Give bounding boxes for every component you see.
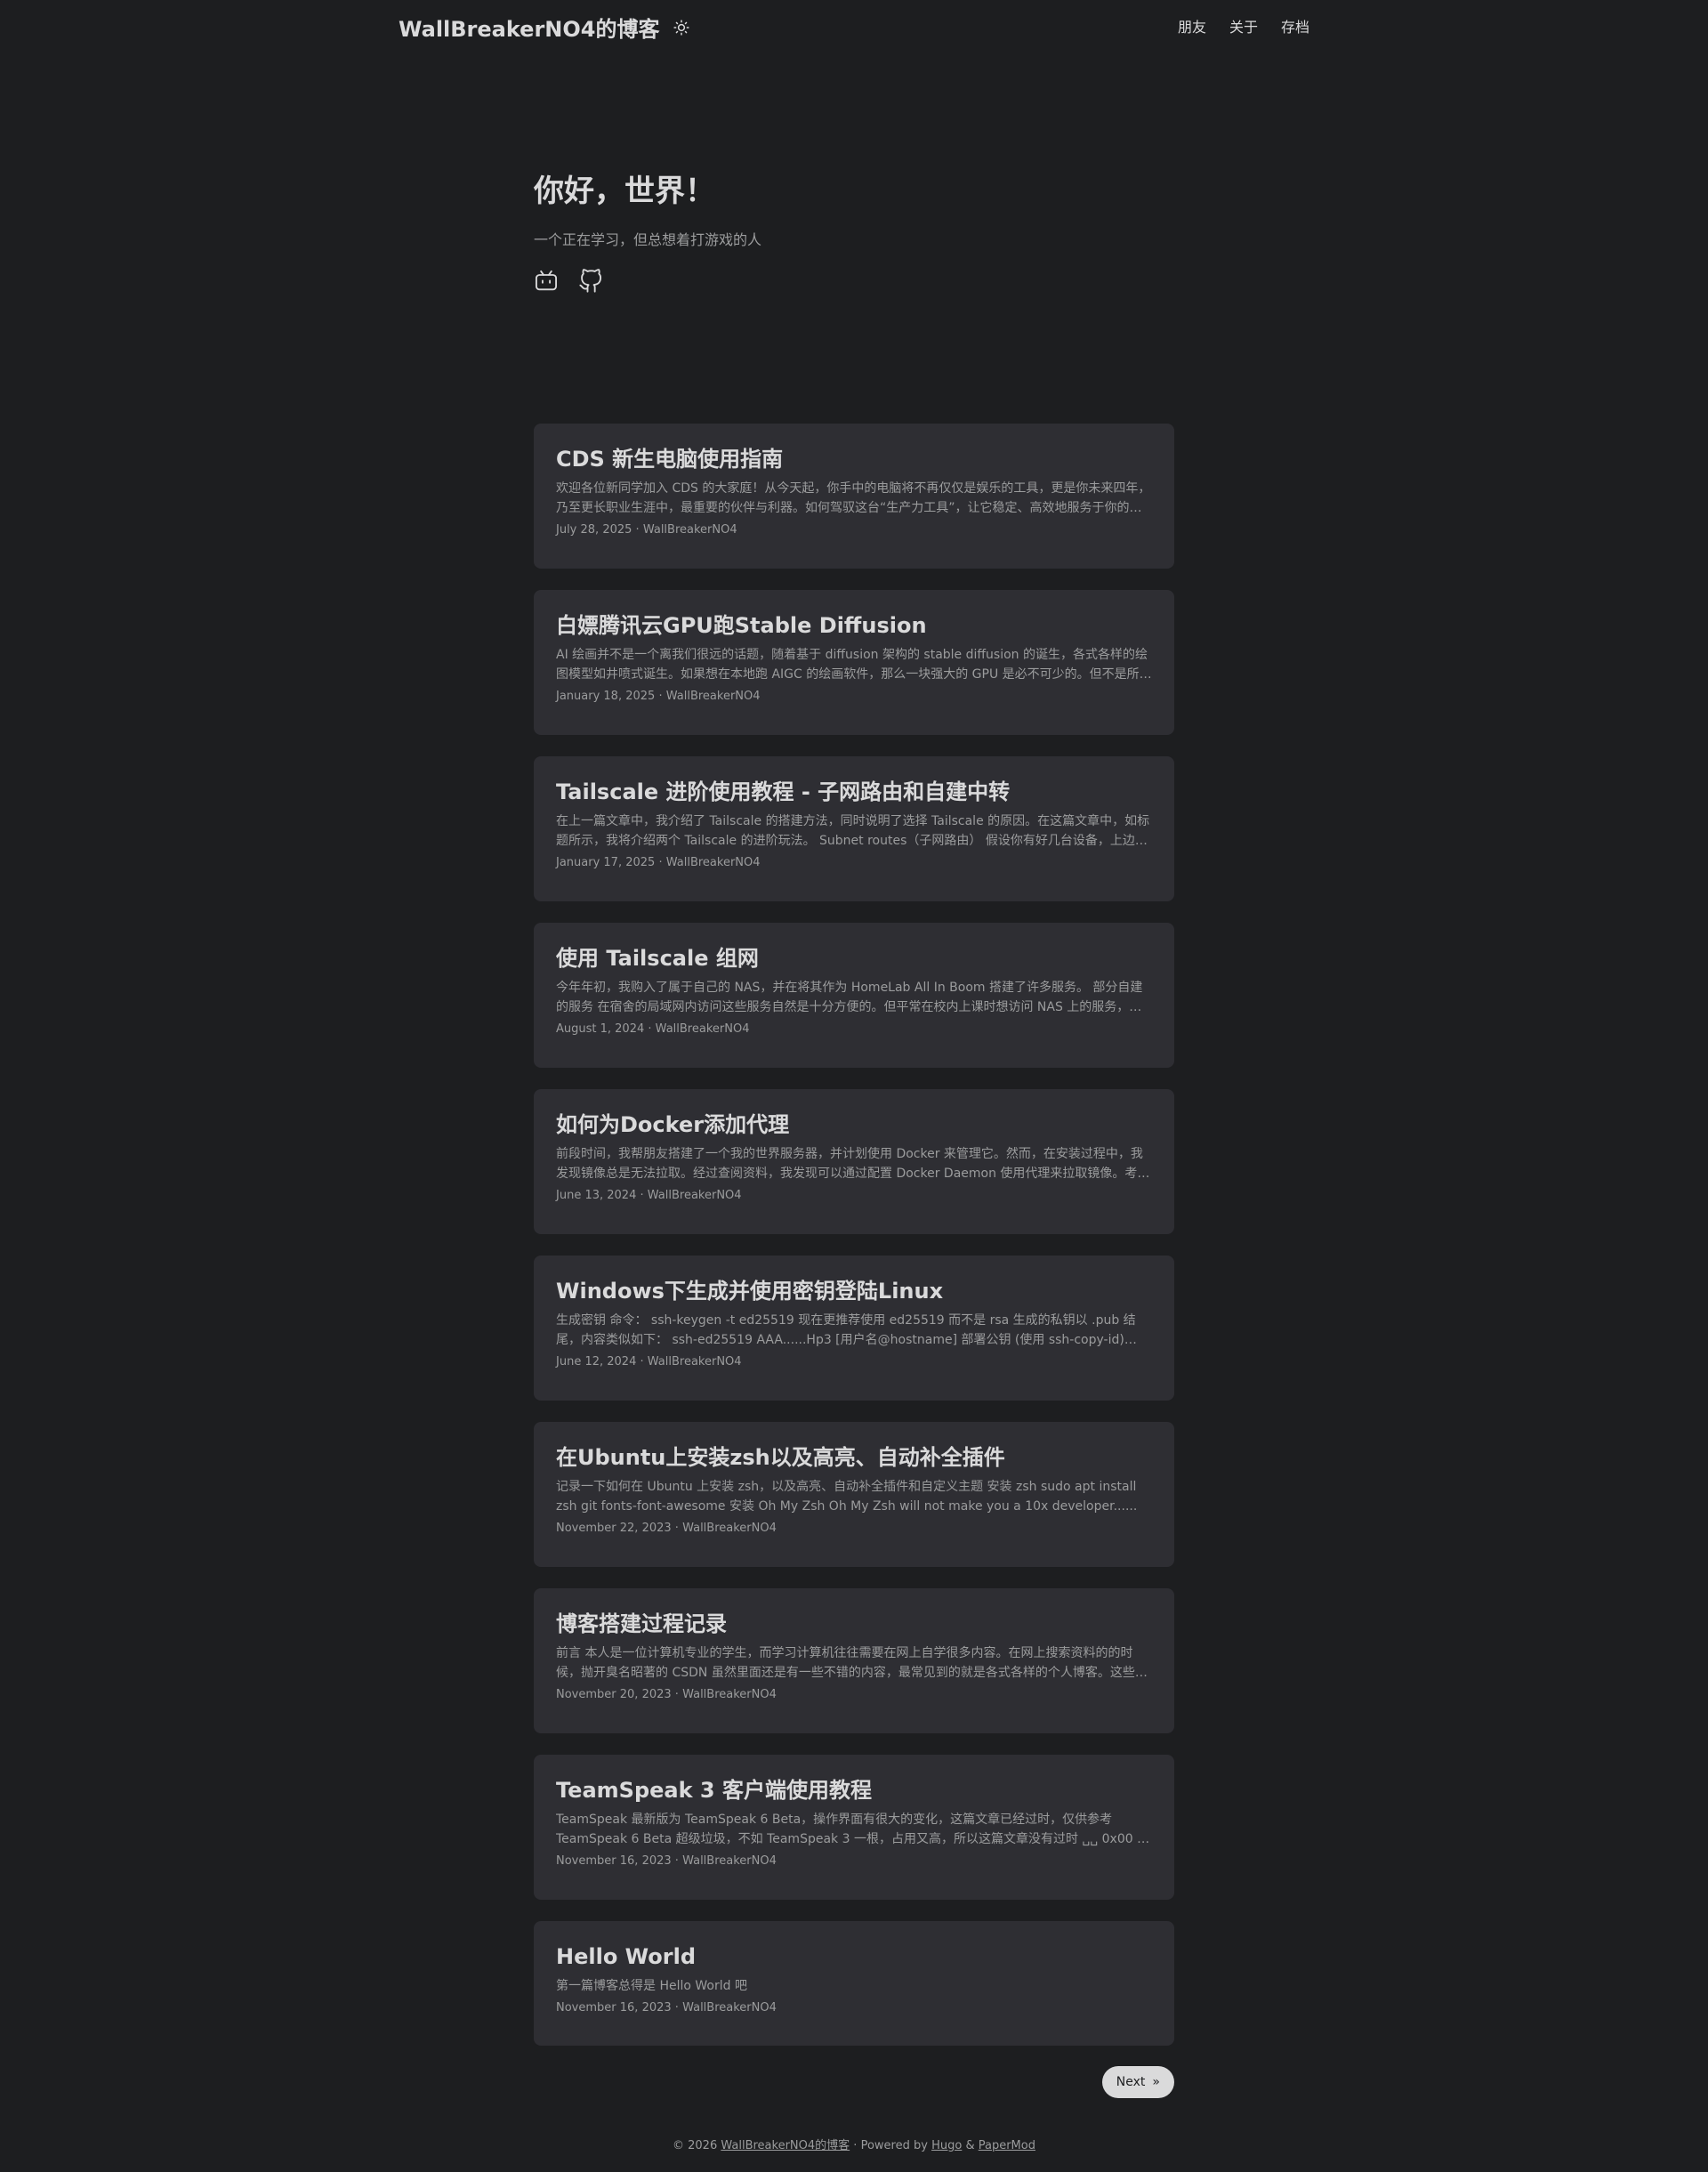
post-meta: November 16, 2023 · WallBreakerNO4 xyxy=(556,1854,1152,1868)
footer-site-link[interactable]: WallBreakerNO4的博客 xyxy=(721,2139,850,2152)
post-excerpt: 前言 本人是一位计算机专业的学生，而学习计算机往往需要在网上自学很多内容。在网上… xyxy=(556,1646,1148,1680)
post-card[interactable]: 使用 Tailscale 组网 今年年初，我购入了属于自己的 NAS，并在将其作… xyxy=(534,923,1174,1068)
post-excerpt: 在上一篇文章中，我介绍了 Tailscale 的搭建方法，同时说明了选择 Tai… xyxy=(556,814,1150,848)
post-meta: January 18, 2025 · WallBreakerNO4 xyxy=(556,690,1152,703)
logo-area: WallBreakerNO4的博客 xyxy=(399,12,691,43)
post-card[interactable]: 白嫖腾讯云GPU跑Stable Diffusion AI 绘画并不是一个离我们很… xyxy=(534,590,1174,735)
post-title: 白嫖腾讯云GPU跑Stable Diffusion xyxy=(556,613,927,638)
post-title: Hello World xyxy=(556,1944,697,1969)
github-icon[interactable] xyxy=(578,269,603,294)
footer-amp: & xyxy=(965,2139,975,2152)
post-author: WallBreakerNO4 xyxy=(647,1189,742,1202)
meta-separator: · xyxy=(674,1854,679,1868)
post-excerpt: TeamSpeak 最新版为 TeamSpeak 6 Beta，操作界面有很大的… xyxy=(556,1813,1150,1846)
meta-separator: · xyxy=(640,1355,644,1369)
post-card[interactable]: 在Ubuntu上安装zsh以及高亮、自动补全插件 记录一下如何在 Ubuntu … xyxy=(534,1422,1174,1567)
post-excerpt: 第一篇博客总得是 Hello World 吧 xyxy=(556,1979,747,1993)
meta-separator: · xyxy=(674,1688,679,1701)
post-card[interactable]: Tailscale 进阶使用教程 - 子网路由和自建中转 在上一篇文章中，我介绍… xyxy=(534,756,1174,901)
post-card[interactable]: Hello World 第一篇博客总得是 Hello World 吧 Novem… xyxy=(534,1921,1174,2046)
home-title: 你好，世界！ xyxy=(534,174,715,209)
post-excerpt: 欢迎各位新同学加入 CDS 的大家庭！从今天起，你手中的电脑将不再仅仅是娱乐的工… xyxy=(556,481,1151,515)
post-author: WallBreakerNO4 xyxy=(647,1355,742,1369)
meta-separator: · xyxy=(658,690,663,703)
post-date: November 16, 2023 xyxy=(556,1854,672,1868)
post-date: January 17, 2025 xyxy=(556,856,656,869)
post-card[interactable]: 如何为Docker添加代理 前段时间，我帮朋友搭建了一个我的世界服务器，并计划使… xyxy=(534,1089,1174,1234)
post-title: 如何为Docker添加代理 xyxy=(556,1112,790,1137)
post-date: January 18, 2025 xyxy=(556,690,656,703)
meta-separator: · xyxy=(658,856,663,869)
next-page-button[interactable]: Next » xyxy=(1101,2066,1174,2098)
post-author: WallBreakerNO4 xyxy=(682,1522,777,1535)
post-excerpt: 记录一下如何在 Ubuntu 上安装 zsh，以及高亮、自动补全插件和自定义主题… xyxy=(556,1480,1138,1514)
post-date: June 12, 2024 xyxy=(556,1355,637,1369)
site-footer: © 2026 WallBreakerNO4的博客 · Powered by Hu… xyxy=(0,2136,1708,2152)
home-info: 你好，世界！ 一个正在学习，但总想着打游戏的人 xyxy=(534,169,1174,294)
post-meta: November 22, 2023 · WallBreakerNO4 xyxy=(556,1522,1152,1535)
post-card[interactable]: Windows下生成并使用密钥登陆Linux 生成密钥 命令： ssh-keyg… xyxy=(534,1256,1174,1401)
home-subtitle: 一个正在学习，但总想着打游戏的人 xyxy=(534,231,762,248)
social-icons xyxy=(534,269,1174,294)
post-date: August 1, 2024 xyxy=(556,1022,645,1036)
meta-separator: · xyxy=(674,1522,679,1535)
hugo-link[interactable]: Hugo xyxy=(931,2139,962,2152)
post-excerpt: 生成密钥 命令： ssh-keygen -t ed25519 现在更推荐使用 e… xyxy=(556,1313,1137,1347)
post-date: June 13, 2024 xyxy=(556,1189,637,1202)
site-header: WallBreakerNO4的博客 朋友 关于 存档 xyxy=(0,0,1708,52)
next-label: Next xyxy=(1116,2075,1146,2089)
post-author: WallBreakerNO4 xyxy=(682,1854,777,1868)
post-title: 使用 Tailscale 组网 xyxy=(556,946,759,971)
post-title: TeamSpeak 3 客户端使用教程 xyxy=(556,1778,872,1803)
post-date: November 16, 2023 xyxy=(556,2001,672,2015)
post-meta: June 12, 2024 · WallBreakerNO4 xyxy=(556,1355,1152,1369)
post-title: CDS 新生电脑使用指南 xyxy=(556,447,784,472)
post-excerpt: 今年年初，我购入了属于自己的 NAS，并在将其作为 HomeLab All In… xyxy=(556,981,1143,1014)
meta-separator: · xyxy=(640,1189,644,1202)
post-card[interactable]: TeamSpeak 3 客户端使用教程 TeamSpeak 最新版为 TeamS… xyxy=(534,1755,1174,1900)
copyright: © 2026 xyxy=(673,2139,718,2152)
post-card[interactable]: CDS 新生电脑使用指南 欢迎各位新同学加入 CDS 的大家庭！从今天起，你手中… xyxy=(534,424,1174,569)
bilibili-icon[interactable] xyxy=(534,269,559,294)
post-meta: June 13, 2024 · WallBreakerNO4 xyxy=(556,1189,1152,1202)
powered-by-text: Powered by xyxy=(860,2139,928,2152)
meta-separator: · xyxy=(635,523,640,537)
post-author: WallBreakerNO4 xyxy=(642,523,737,537)
meta-separator: · xyxy=(648,1022,652,1036)
post-meta: January 17, 2025 · WallBreakerNO4 xyxy=(556,856,1152,869)
post-meta: July 28, 2025 · WallBreakerNO4 xyxy=(556,523,1152,537)
post-title: Windows下生成并使用密钥登陆Linux xyxy=(556,1279,944,1304)
post-list: CDS 新生电脑使用指南 欢迎各位新同学加入 CDS 的大家庭！从今天起，你手中… xyxy=(534,424,1174,2067)
post-meta: August 1, 2024 · WallBreakerNO4 xyxy=(556,1022,1152,1036)
post-author: WallBreakerNO4 xyxy=(655,1022,750,1036)
post-meta: November 20, 2023 · WallBreakerNO4 xyxy=(556,1688,1152,1701)
sun-icon[interactable] xyxy=(672,18,691,37)
post-author: WallBreakerNO4 xyxy=(682,1688,777,1701)
papermod-link[interactable]: PaperMod xyxy=(979,2139,1035,2152)
menu-item-about[interactable]: 关于 xyxy=(1229,15,1258,36)
post-date: July 28, 2025 xyxy=(556,523,632,537)
post-author: WallBreakerNO4 xyxy=(665,856,761,869)
post-author: WallBreakerNO4 xyxy=(665,690,761,703)
post-author: WallBreakerNO4 xyxy=(682,2001,777,2015)
post-excerpt: 前段时间，我帮朋友搭建了一个我的世界服务器，并计划使用 Docker 来管理它。… xyxy=(556,1147,1150,1181)
main-menu: 朋友 关于 存档 xyxy=(1178,15,1309,36)
next-arrow-icon: » xyxy=(1152,2075,1160,2089)
site-title-link[interactable]: WallBreakerNO4的博客 xyxy=(399,12,659,43)
post-card[interactable]: 博客搭建过程记录 前言 本人是一位计算机专业的学生，而学习计算机往往需要在网上自… xyxy=(534,1588,1174,1733)
pagination: Next » xyxy=(534,2066,1174,2098)
menu-item-friends[interactable]: 朋友 xyxy=(1178,15,1206,36)
post-meta: November 16, 2023 · WallBreakerNO4 xyxy=(556,2001,1152,2015)
post-title: Tailscale 进阶使用教程 - 子网路由和自建中转 xyxy=(556,779,1011,804)
post-excerpt: AI 绘画并不是一个离我们很远的话题，随着基于 diffusion 架构的 st… xyxy=(556,648,1152,682)
meta-separator: · xyxy=(674,2001,679,2015)
footer-separator: · xyxy=(853,2139,858,2152)
post-date: November 20, 2023 xyxy=(556,1688,672,1701)
post-date: November 22, 2023 xyxy=(556,1522,672,1535)
menu-item-archive[interactable]: 存档 xyxy=(1281,15,1309,36)
post-title: 在Ubuntu上安装zsh以及高亮、自动补全插件 xyxy=(556,1445,1005,1470)
post-title: 博客搭建过程记录 xyxy=(556,1611,727,1636)
